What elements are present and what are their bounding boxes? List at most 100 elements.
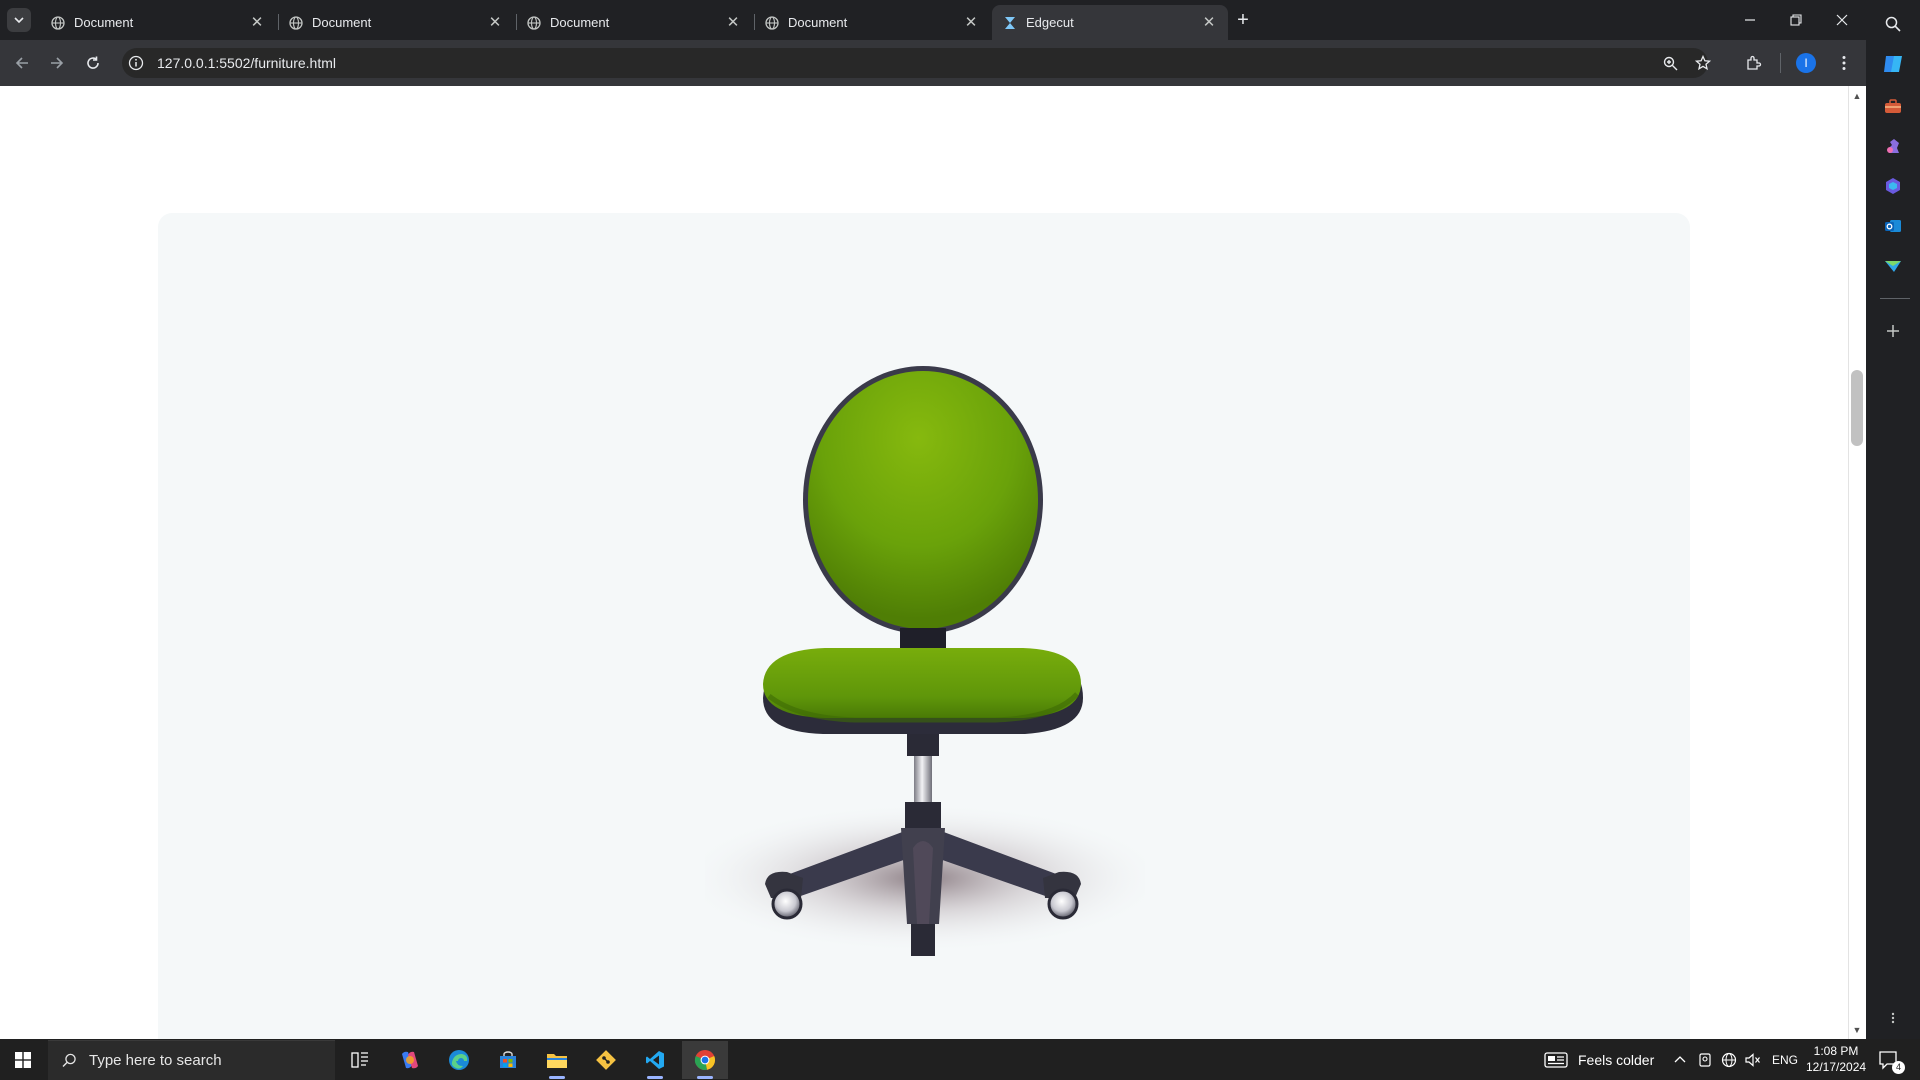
scroll-up-arrow[interactable]: ▲ [1850,90,1864,102]
sidebar-m365-button[interactable] [1878,171,1908,201]
input-language[interactable]: ENG [1772,1039,1798,1080]
git-icon [596,1050,616,1070]
tab-document-3[interactable]: Document ✕ [516,5,752,40]
taskbar-store[interactable] [485,1041,531,1079]
network-icon[interactable] [1721,1039,1737,1080]
sidebar-add-button[interactable] [1878,316,1908,346]
globe-icon [526,15,542,31]
close-tab-icon[interactable]: ✕ [1200,14,1218,32]
sidebar-search-button[interactable] [1878,9,1908,39]
clock[interactable]: 1:08 PM 12/17/2024 [1806,1043,1866,1075]
restore-icon [1790,14,1802,26]
toolbox-icon [1885,99,1901,113]
puzzle-icon [1747,55,1762,70]
tab-label: Edgecut [1026,15,1074,30]
windows-logo-icon [15,1051,31,1068]
page-viewport [0,86,1848,1039]
globe-icon [50,15,66,31]
tab-label: Document [312,15,372,30]
close-tab-icon[interactable]: ✕ [724,14,742,32]
volume-muted-icon[interactable] [1745,1039,1761,1080]
copilot-icon [402,1051,418,1069]
more-vertical-icon [1891,1012,1895,1024]
weather-text: Feels colder [1578,1051,1655,1068]
extensions-button[interactable] [1740,50,1768,76]
minimize-button[interactable] [1727,0,1773,40]
tab-label: Document [788,15,848,30]
tab-label: Document [74,15,134,30]
close-tab-icon[interactable]: ✕ [962,14,980,32]
zoom-button[interactable] [1656,50,1684,76]
tab-document-4[interactable]: Document ✕ [754,5,990,40]
chevron-down-icon [14,17,24,24]
meet-now-icon[interactable] [1699,1039,1711,1080]
taskbar-search-placeholder: Type here to search [89,1052,222,1069]
star-icon [1695,55,1711,71]
start-button[interactable] [0,1039,46,1080]
taskbar-vscode[interactable] [632,1041,678,1079]
sidebar-outlook-button[interactable] [1878,211,1908,241]
search-icon [1885,16,1901,32]
chess-piece-icon [1887,139,1899,153]
show-hidden-icons-button[interactable] [1674,1039,1686,1080]
tab-edgecut[interactable]: Edgecut ✕ [992,5,1228,40]
menu-button[interactable] [1830,50,1858,76]
arrow-left-icon [15,57,28,69]
profile-avatar[interactable]: I [1796,53,1816,73]
vscode-icon [646,1051,664,1069]
office-chair-image [705,366,1145,956]
tab-label: Document [550,15,610,30]
hourglass-icon [1002,15,1018,31]
search-icon [62,1053,76,1067]
forward-button[interactable] [44,50,70,76]
scroll-down-arrow[interactable]: ▼ [1850,1024,1864,1036]
address-text[interactable]: 127.0.0.1:5502/furniture.html [157,55,336,71]
reload-icon [87,56,99,69]
new-tab-button[interactable]: + [1230,8,1256,32]
taskbar-file-explorer[interactable] [534,1041,580,1079]
sidebar-drop-button[interactable] [1878,251,1908,281]
store-icon [500,1051,516,1068]
sidebar-games-button[interactable] [1878,131,1908,161]
restore-button[interactable] [1773,0,1819,40]
reload-button[interactable] [80,50,106,76]
tab-document-1[interactable]: Document ✕ [40,5,276,40]
sidebar-copilot-button[interactable] [1878,49,1908,79]
bookmark-button[interactable] [1689,50,1717,76]
address-bar[interactable] [122,48,1708,78]
close-tab-icon[interactable]: ✕ [486,14,504,32]
taskbar-edge[interactable] [436,1041,482,1079]
task-view-button[interactable] [337,1041,383,1079]
taskbar-chrome[interactable] [682,1041,728,1079]
close-window-button[interactable] [1819,0,1865,40]
m365-icon [1886,178,1900,194]
notification-center-button[interactable]: 4 [1878,1039,1905,1080]
tab-document-2[interactable]: Document ✕ [278,5,514,40]
copilot-icon [1884,56,1902,72]
edge-icon [449,1050,469,1070]
close-icon [1836,14,1848,26]
scrollbar-thumb[interactable] [1851,370,1863,446]
page-scrollbar[interactable] [1848,86,1866,1039]
globe-icon [288,15,304,31]
close-tab-icon[interactable]: ✕ [248,14,266,32]
weather-widget[interactable]: Feels colder [1544,1039,1654,1080]
running-indicator [647,1076,663,1079]
taskbar-search-box[interactable]: Type here to search [48,1040,335,1080]
tab-search-button[interactable] [7,8,31,32]
chrome-icon [694,1050,716,1071]
clock-date: 12/17/2024 [1806,1060,1867,1074]
outlook-icon [1885,220,1901,232]
arrow-right-icon [51,57,64,69]
back-button[interactable] [9,50,35,76]
sidebar-divider [1880,298,1910,299]
sidebar-settings-button[interactable] [1878,1003,1908,1033]
taskbar-git[interactable] [583,1041,629,1079]
task-view-icon [351,1052,368,1068]
clock-time: 1:08 PM [1813,1044,1859,1058]
folder-icon [547,1054,567,1068]
running-indicator [697,1076,713,1079]
site-info-icon[interactable] [128,55,144,71]
sidebar-tools-button[interactable] [1878,91,1908,121]
taskbar-copilot[interactable] [387,1041,433,1079]
